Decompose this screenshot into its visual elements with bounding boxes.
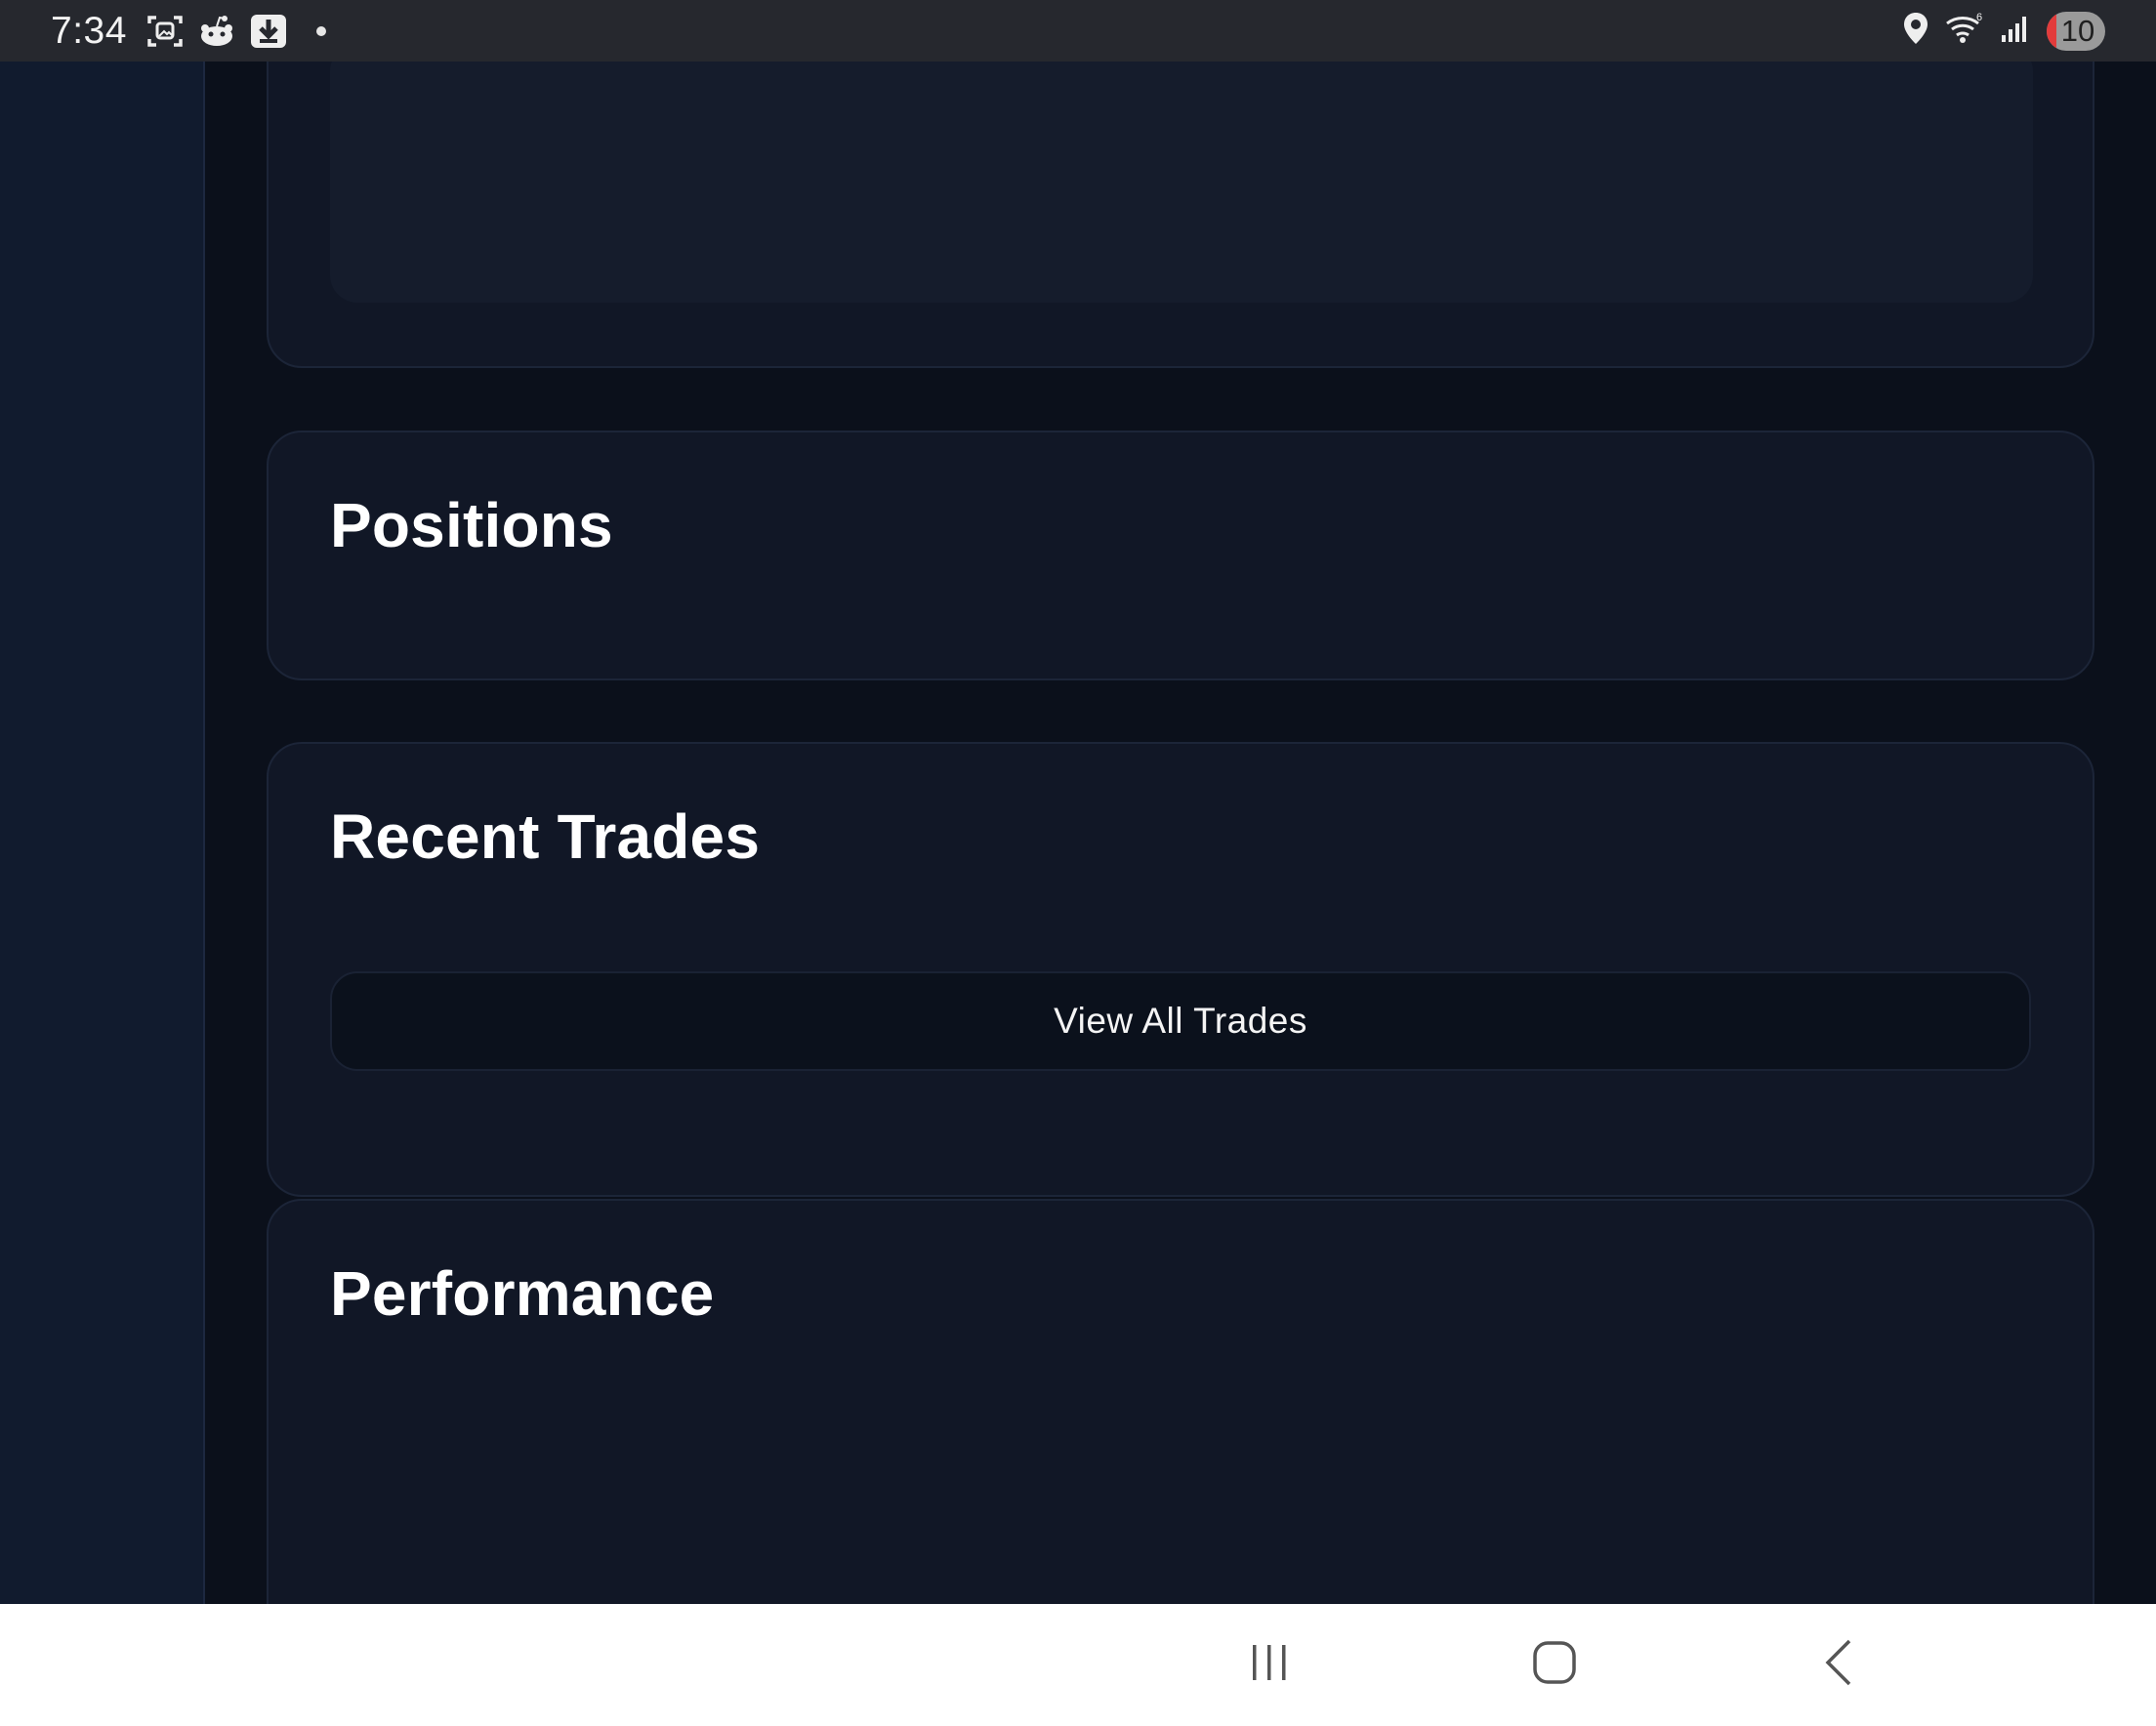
recents-icon — [1248, 1641, 1291, 1689]
performance-card: Performance — [267, 1199, 2094, 1604]
battery-icon: 10 — [2047, 11, 2105, 51]
chart-card — [267, 62, 2094, 368]
status-time: 7:34 — [51, 9, 127, 52]
positions-card: Positions — [267, 431, 2094, 680]
download-icon — [250, 14, 287, 49]
status-bar: 7:34 6 10 — [0, 0, 2156, 62]
notification-dot — [315, 25, 326, 36]
signal-icon — [2000, 14, 2031, 48]
back-icon — [1820, 1638, 1859, 1692]
recents-button[interactable] — [1211, 1604, 1328, 1726]
reddit-icon — [197, 15, 236, 48]
sidebar — [0, 62, 205, 1604]
status-notification-icons — [146, 14, 326, 49]
status-system-icons: 6 10 — [1902, 11, 2105, 51]
battery-level: 10 — [2060, 13, 2095, 48]
recent-trades-title: Recent Trades — [330, 801, 761, 872]
recent-trades-card: Recent Trades View All Trades — [267, 742, 2094, 1197]
svg-text:6: 6 — [1976, 12, 1982, 23]
wifi-6-icon: 6 — [1945, 12, 1984, 50]
chart-area — [330, 62, 2033, 303]
performance-title: Performance — [330, 1258, 715, 1329]
back-button[interactable] — [1781, 1604, 1898, 1726]
positions-title: Positions — [330, 490, 613, 560]
home-icon — [1532, 1640, 1577, 1690]
main-content[interactable]: Positions Recent Trades View All Trades … — [205, 62, 2156, 1604]
screenshot-icon — [146, 14, 184, 49]
location-icon — [1902, 11, 1929, 51]
home-button[interactable] — [1496, 1604, 1613, 1726]
view-all-trades-button[interactable]: View All Trades — [330, 971, 2031, 1071]
navigation-bar — [0, 1604, 2156, 1726]
